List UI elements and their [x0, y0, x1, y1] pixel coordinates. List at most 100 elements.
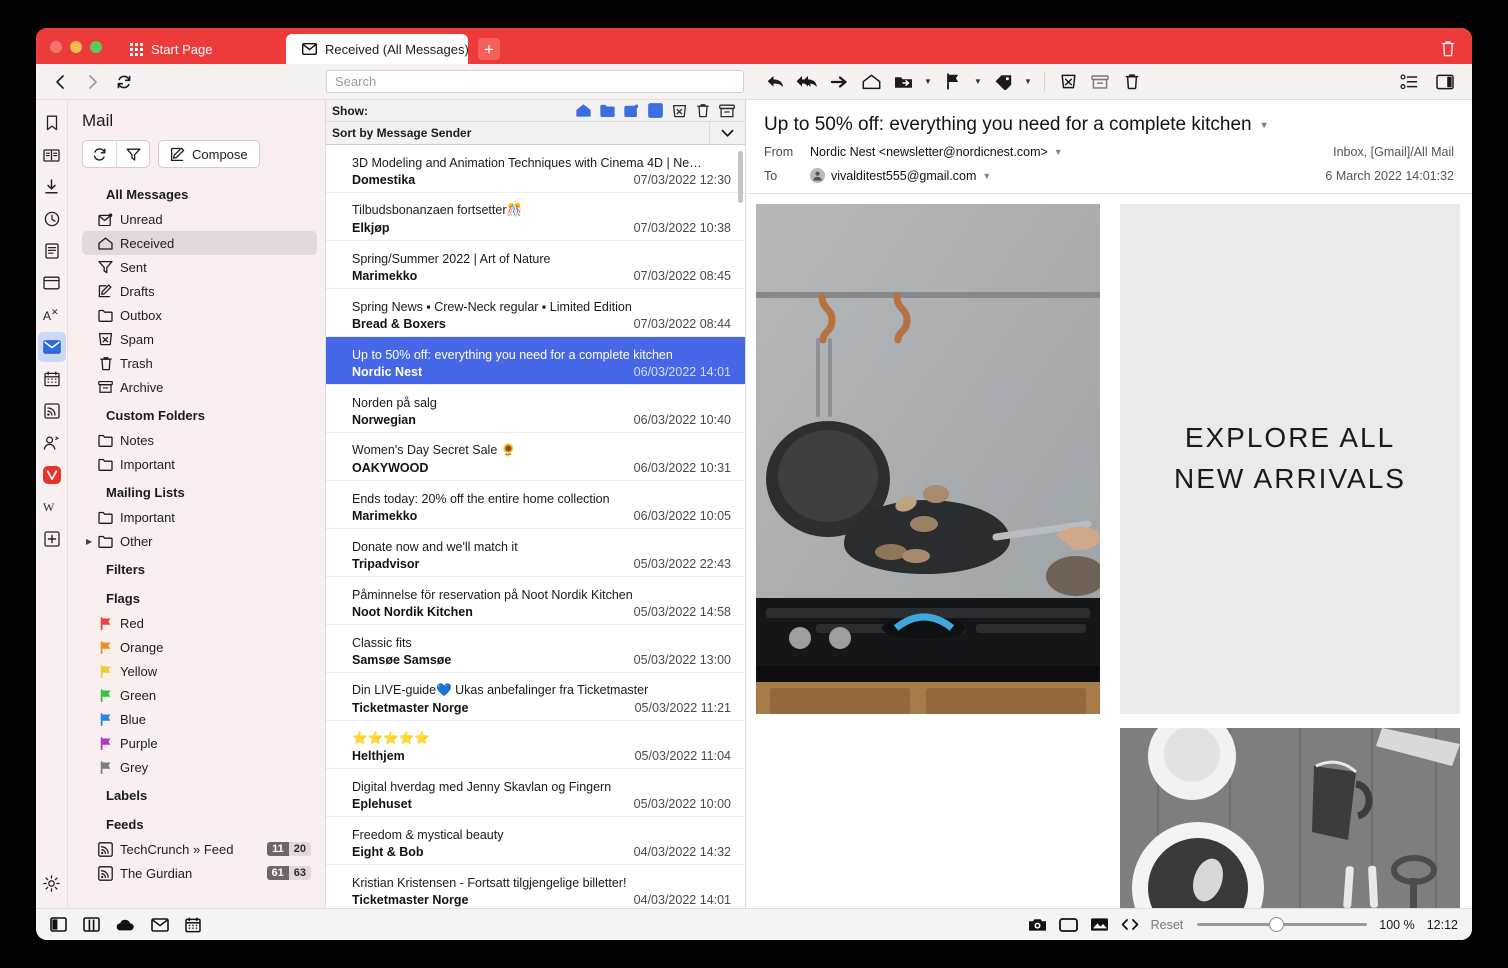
- message-row[interactable]: Påminnelse för reservation på Noot Nordi…: [326, 577, 745, 625]
- filter-folders[interactable]: [600, 104, 615, 117]
- tile-icon[interactable]: [83, 917, 100, 932]
- sidebar-item-drafts[interactable]: Drafts: [82, 279, 317, 303]
- filter-feeds[interactable]: [648, 103, 663, 118]
- disclosure-triangle-icon[interactable]: ▶: [86, 537, 92, 546]
- tab-start-page[interactable]: Start Page: [114, 34, 286, 64]
- sidebar-item-important[interactable]: Important: [82, 505, 317, 529]
- sidebar-item-notes[interactable]: Notes: [82, 428, 317, 452]
- sidebar-item-important[interactable]: Important: [82, 452, 317, 476]
- sidebar-item-other[interactable]: ▶ Other: [82, 529, 317, 553]
- translate-icon[interactable]: A ✕: [38, 300, 66, 330]
- sidebar-item-the-gurdian[interactable]: The Gurdian 61 63: [82, 861, 317, 885]
- panel-toggle-icon[interactable]: [1430, 68, 1460, 96]
- sidebar-item-red[interactable]: Red: [82, 611, 317, 635]
- message-rows[interactable]: 3D Modeling and Animation Techniques wit…: [326, 145, 745, 908]
- zoom-reset-button[interactable]: Reset: [1151, 918, 1184, 932]
- rectangle-icon[interactable]: [1058, 917, 1078, 932]
- mail-folder-tree[interactable]: All Messages Unread Received Sent Drafts Outb…: [68, 178, 325, 908]
- sidebar-item-yellow[interactable]: Yellow: [82, 659, 317, 683]
- wikipedia-icon[interactable]: W: [38, 492, 66, 522]
- filter-icon[interactable]: [116, 141, 149, 167]
- label-button[interactable]: [988, 68, 1018, 96]
- message-row[interactable]: Donate now and we'll match it Tripadvisor…: [326, 529, 745, 577]
- cloud-icon[interactable]: [116, 918, 135, 932]
- reply-button[interactable]: [760, 68, 790, 96]
- sidebar-item-purple[interactable]: Purple: [82, 731, 317, 755]
- filter-trash[interactable]: [696, 103, 710, 118]
- rss-icon[interactable]: [38, 396, 66, 426]
- message-row[interactable]: Freedom & mystical beauty Eight & Bob 04/0…: [326, 817, 745, 865]
- plus-box-icon[interactable]: [38, 524, 66, 554]
- archive-button[interactable]: [1085, 68, 1115, 96]
- chevron-down-icon[interactable]: ▼: [1260, 120, 1269, 130]
- panel-toggle-icon[interactable]: [50, 917, 67, 932]
- book-icon[interactable]: [38, 140, 66, 170]
- flag-button[interactable]: [938, 68, 968, 96]
- back-arrow-icon[interactable]: [46, 69, 74, 95]
- download-icon[interactable]: [38, 172, 66, 202]
- window-icon[interactable]: [38, 268, 66, 298]
- sidebar-item-mail[interactable]: [37, 332, 66, 362]
- sidebar-item-sent[interactable]: Sent: [82, 255, 317, 279]
- slider-knob[interactable]: [1268, 917, 1284, 932]
- camera-icon[interactable]: [1028, 917, 1047, 932]
- mail-icon[interactable]: [151, 917, 169, 932]
- message-row[interactable]: Ends today: 20% off the entire home coll…: [326, 481, 745, 529]
- filter-archive[interactable]: [719, 104, 735, 118]
- message-row[interactable]: 3D Modeling and Animation Techniques wit…: [326, 145, 745, 193]
- code-icon[interactable]: [1121, 918, 1139, 931]
- chevron-down-icon[interactable]: ▼: [982, 171, 991, 181]
- filter-received[interactable]: [576, 104, 591, 117]
- clock-icon[interactable]: [38, 204, 66, 234]
- sidebar-item-trash[interactable]: Trash: [82, 351, 317, 375]
- reload-icon[interactable]: [110, 69, 138, 95]
- forward-arrow-icon[interactable]: [78, 69, 106, 95]
- contacts-icon[interactable]: [38, 428, 66, 458]
- message-row[interactable]: Tilbudsbonanzaen fortsetter🎊 Elkjøp 07/03/…: [326, 193, 745, 241]
- zoom-slider[interactable]: [1197, 917, 1368, 932]
- trash-icon[interactable]: [1440, 40, 1456, 57]
- calendar-icon[interactable]: [38, 364, 66, 394]
- filter-spam[interactable]: [672, 104, 687, 118]
- message-row[interactable]: Digital hverdag med Jenny Skavlan og Fin…: [326, 769, 745, 817]
- reply-all-button[interactable]: [792, 68, 822, 96]
- sidebar-item-received[interactable]: Received: [82, 231, 317, 255]
- delete-button[interactable]: [1117, 68, 1147, 96]
- sidebar-item-blue[interactable]: Blue: [82, 707, 317, 731]
- message-row[interactable]: Spring News ▪ Crew-Neck regular ▪ Limite…: [326, 289, 745, 337]
- image-icon[interactable]: [1090, 917, 1109, 932]
- message-row[interactable]: Classic fits Samsøe Samsøe 05/03/2022 13:0…: [326, 625, 745, 673]
- message-row[interactable]: ⭐⭐⭐⭐⭐ Helthjem 05/03/2022 11:04: [326, 721, 745, 769]
- new-tab-button[interactable]: +: [478, 38, 500, 60]
- sidebar-item-outbox[interactable]: Outbox: [82, 303, 317, 327]
- sidebar-item-grey[interactable]: Grey: [82, 755, 317, 779]
- chevron-down-icon[interactable]: ▼: [970, 68, 986, 96]
- mark-spam-button[interactable]: [1053, 68, 1083, 96]
- message-row[interactable]: Norden på salg Norwegian 06/03/2022 10:40: [326, 385, 745, 433]
- message-row[interactable]: Spring/Summer 2022 | Art of Nature Marime…: [326, 241, 745, 289]
- chevron-down-icon[interactable]: ▼: [1054, 147, 1063, 157]
- minimize-window-button[interactable]: [70, 41, 82, 53]
- chevron-down-icon[interactable]: ▼: [920, 68, 936, 96]
- chevron-down-icon[interactable]: [709, 122, 745, 144]
- message-row[interactable]: Kristian Kristensen - Fortsatt tilgjenge…: [326, 865, 745, 908]
- sidebar-item-unread[interactable]: Unread: [82, 207, 317, 231]
- sidebar-item-green[interactable]: Green: [82, 683, 317, 707]
- search-input[interactable]: [326, 70, 744, 93]
- scrollbar-thumb[interactable]: [738, 151, 743, 203]
- sidebar-item-orange[interactable]: Orange: [82, 635, 317, 659]
- move-to-folder-button[interactable]: [888, 68, 918, 96]
- message-row[interactable]: Din LIVE-guide💙 Ukas anbefalinger fra Ti…: [326, 673, 745, 721]
- refresh-icon[interactable]: [83, 141, 116, 167]
- sidebar-item-archive[interactable]: Archive: [82, 375, 317, 399]
- sidebar-item-techcrunch-feed[interactable]: TechCrunch » Feed 11 20: [82, 837, 317, 861]
- message-row[interactable]: Women's Day Secret Sale 🌻 OAKYWOOD 06/03/2…: [326, 433, 745, 481]
- chevron-down-icon[interactable]: ▼: [1020, 68, 1036, 96]
- vivaldi-logo-icon[interactable]: [38, 460, 66, 490]
- sort-row[interactable]: Sort by Message Sender: [326, 122, 745, 145]
- sidebar-item-spam[interactable]: Spam: [82, 327, 317, 351]
- filter-unread[interactable]: [624, 104, 639, 117]
- gear-icon[interactable]: [38, 868, 66, 898]
- calendar-icon[interactable]: [185, 916, 201, 933]
- tab-received-all-messages[interactable]: Received (All Messages): [286, 34, 469, 64]
